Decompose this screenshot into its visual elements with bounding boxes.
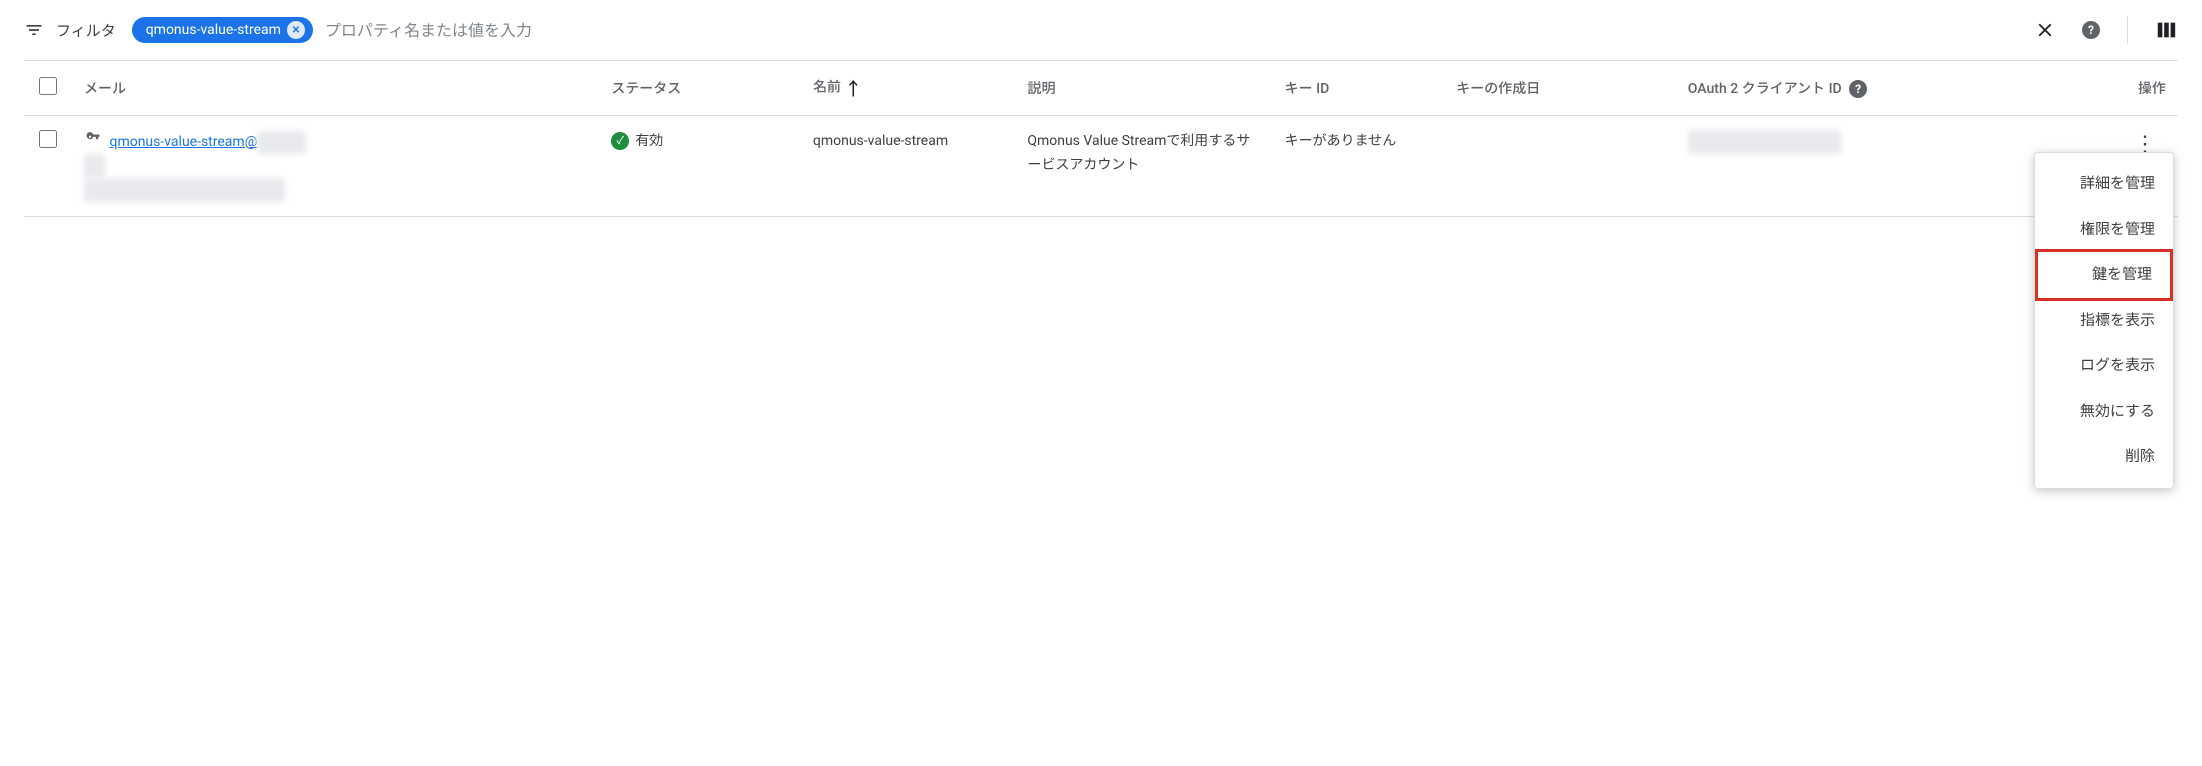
email-redacted-3: xxxxxxxxxxxxxxxxxxxxxxxxxxxxx bbox=[84, 178, 285, 202]
email-link-cont[interactable]: xxx bbox=[84, 157, 105, 173]
column-key-created[interactable]: キーの作成日 bbox=[1444, 61, 1676, 116]
menu-manage-permissions[interactable]: 権限を管理 bbox=[2035, 207, 2173, 253]
actions-dropdown: 詳細を管理 権限を管理 鍵を管理 指標を表示 ログを表示 無効にする 削除 bbox=[2034, 152, 2174, 489]
cell-name: qmonus-value-stream bbox=[801, 116, 1015, 217]
row-checkbox[interactable] bbox=[39, 130, 57, 148]
menu-delete[interactable]: 削除 bbox=[2035, 434, 2173, 480]
column-oauth[interactable]: OAuth 2 クライアント ID ? bbox=[1676, 61, 2112, 116]
clear-filter-button[interactable] bbox=[2033, 18, 2057, 42]
column-email[interactable]: メール bbox=[72, 61, 599, 116]
menu-manage-keys[interactable]: 鍵を管理 bbox=[2035, 249, 2173, 301]
columns-icon bbox=[2155, 19, 2177, 41]
email-redacted-2: xxx bbox=[84, 154, 105, 178]
sort-ascending-icon: ↑ bbox=[844, 79, 862, 100]
column-checkbox bbox=[24, 61, 72, 116]
chip-close-icon[interactable]: ✕ bbox=[287, 21, 305, 39]
menu-show-logs[interactable]: ログを表示 bbox=[2035, 343, 2173, 389]
service-accounts-table: メール ステータス 名前 ↑ 説明 キー ID キーの作成日 OAuth 2 ク… bbox=[24, 60, 2178, 217]
email-redacted: xxxxxxx bbox=[257, 131, 306, 155]
help-icon: ? bbox=[2082, 21, 2100, 39]
close-icon bbox=[2034, 19, 2056, 41]
column-description[interactable]: 説明 bbox=[1015, 61, 1272, 116]
column-key-id[interactable]: キー ID bbox=[1273, 61, 1445, 116]
table-row: qmonus-value-stream@xxxxxxx xxx xxxxxxxx… bbox=[24, 116, 2178, 217]
column-name-label: 名前 bbox=[813, 80, 841, 96]
filter-icon bbox=[24, 20, 44, 40]
filter-chip[interactable]: qmonus-value-stream ✕ bbox=[132, 17, 313, 43]
menu-disable[interactable]: 無効にする bbox=[2035, 389, 2173, 435]
cell-description: Qmonus Value Streamで利用するサービスアカウント bbox=[1015, 116, 1272, 217]
service-account-key-icon bbox=[84, 130, 102, 154]
column-actions: 操作 bbox=[2112, 61, 2178, 116]
toolbar-actions: ? bbox=[2033, 16, 2178, 44]
check-icon: ✓ bbox=[611, 132, 629, 150]
cell-email: qmonus-value-stream@xxxxxxx xxx xxxxxxxx… bbox=[72, 116, 599, 217]
cell-actions: ⋮ 詳細を管理 権限を管理 鍵を管理 指標を表示 ログを表示 無効にする 削除 bbox=[2112, 116, 2178, 217]
oauth-help-icon[interactable]: ? bbox=[1849, 80, 1867, 98]
oauth-redacted: xxxxxxxxxxxxxxxxxxxxxx bbox=[1688, 130, 1841, 154]
cell-status: ✓ 有効 bbox=[599, 116, 801, 217]
menu-manage-details[interactable]: 詳細を管理 bbox=[2035, 161, 2173, 207]
column-status[interactable]: ステータス bbox=[599, 61, 801, 116]
filter-input[interactable] bbox=[325, 21, 2021, 40]
cell-key-id: キーがありません bbox=[1273, 116, 1445, 217]
help-button[interactable]: ? bbox=[2077, 18, 2101, 42]
status-text: 有効 bbox=[635, 133, 663, 149]
filter-chip-text: qmonus-value-stream bbox=[146, 22, 281, 38]
filter-label: フィルタ bbox=[56, 20, 116, 41]
email-link[interactable]: qmonus-value-stream@xxxxxxx bbox=[109, 134, 305, 150]
cell-key-created bbox=[1444, 116, 1676, 217]
select-all-checkbox[interactable] bbox=[39, 77, 57, 95]
column-name[interactable]: 名前 ↑ bbox=[801, 61, 1015, 116]
column-oauth-label: OAuth 2 クライアント ID bbox=[1688, 81, 1842, 97]
divider bbox=[2127, 16, 2128, 44]
filter-bar: フィルタ qmonus-value-stream ✕ ? bbox=[24, 0, 2178, 60]
email-prefix: qmonus-value-stream@ bbox=[109, 134, 257, 150]
menu-show-metrics[interactable]: 指標を表示 bbox=[2035, 298, 2173, 344]
columns-button[interactable] bbox=[2154, 18, 2178, 42]
